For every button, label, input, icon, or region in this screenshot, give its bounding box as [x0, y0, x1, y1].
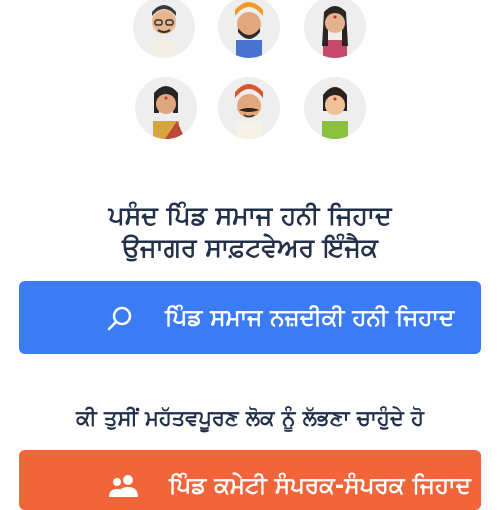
question-text: ਕੀ ਤੁਸੀਂ ਮਹੱਤਵਪੂਰਣ ਲੋਕ ਨੂੰ ਲੱਭਣਾ ਚਾਹੁੰਦੇ… [76, 406, 424, 430]
headline-line-1: ਪਸੰਦ ਪਿੰਡ ਸਮਾਜ ਹਨੀ ਜਿਹਾਦ [108, 201, 392, 230]
woman-saree-avatar [135, 77, 197, 139]
contact-committee-button[interactable]: ਪਿੰਡ ਕਮੇਟੀ ਸੰਪਰਕ-ਸੰਪਰਕ ਜਿਹਾਦ [19, 450, 481, 510]
man-mustache-turban-avatar [218, 77, 280, 139]
headline: ਪਸੰਦ ਪਿੰਡ ਸਮਾਜ ਹਨੀ ਜਿਹਾਦ ਉਜਾਗਰ ਸਾਫ਼ਟਵੇਅਰ… [0, 200, 500, 264]
headline-line-2: ਉਜਾਗਰ ਸਾਫ਼ਟਵੇਅਰ ਇੰਜੈਕ [122, 233, 378, 262]
people-icon [109, 473, 139, 497]
search-button-label: ਪਿੰਡ ਸਮਾਜ ਨਜ਼ਦੀਕੀ ਹਨੀ ਜਿਹਾਦ [165, 305, 455, 331]
avatar-grid [0, 0, 500, 150]
search-icon [107, 305, 133, 331]
woman-braid-avatar [304, 0, 366, 58]
man-turban-avatar [218, 0, 280, 58]
search-nearby-button[interactable]: ਪਿੰਡ ਸਮਾਜ ਨਜ਼ਦੀਕੀ ਹਨੀ ਜਿਹਾਦ [19, 281, 481, 354]
people-button-label: ਪਿੰਡ ਕਮੇਟੀ ਸੰਪਰਕ-ਸੰਪਰਕ ਜਿਹਾਦ [169, 473, 471, 499]
woman-green-avatar [304, 77, 366, 139]
man-glasses-avatar [133, 0, 195, 58]
